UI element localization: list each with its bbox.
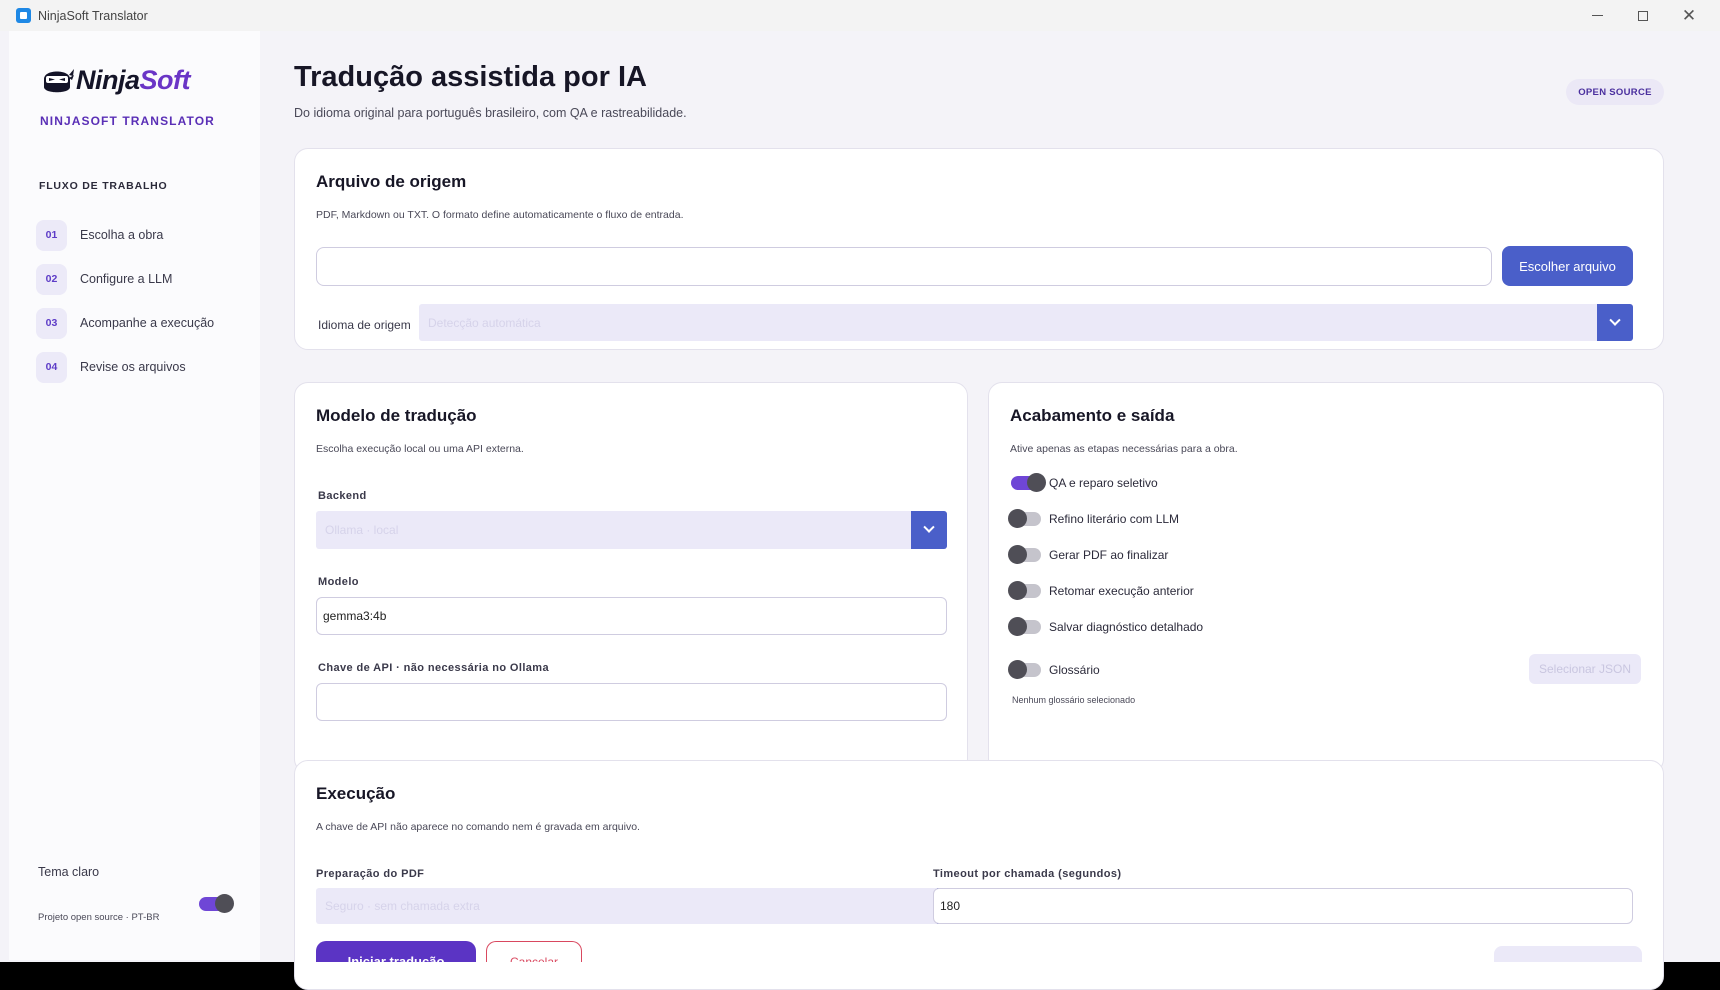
execution-subtitle: A chave de API não aparece no comando ne… (316, 821, 640, 833)
option-label: Glossário (1049, 663, 1100, 677)
step-label: Acompanhe a execução (80, 316, 215, 330)
app-window: NinjaSoft Translator ✕ NinjaSoft NINJASO… (0, 0, 1720, 990)
title-bar: NinjaSoft Translator ✕ (0, 0, 1720, 31)
workflow-step-2[interactable]: 02 Configure a LLM (36, 263, 214, 295)
close-icon: ✕ (1681, 6, 1697, 25)
generate-pdf-toggle[interactable] (1008, 545, 1041, 564)
maximize-button[interactable] (1620, 0, 1666, 31)
source-language-label: Idioma de origem (318, 318, 411, 332)
workflow-step-4[interactable]: 04 Revise os arquivos (36, 351, 214, 383)
option-label: Refino literário com LLM (1049, 512, 1180, 526)
api-key-label: Chave de API · não necessária no Ollama (318, 662, 549, 674)
model-label: Modelo (318, 576, 359, 588)
brand-name: NINJASOFT TRANSLATOR (40, 114, 215, 128)
workflow-step-1[interactable]: 01 Escolha a obra (36, 219, 214, 251)
option-label: QA e reparo seletivo (1049, 476, 1158, 490)
save-diagnostics-toggle[interactable] (1008, 617, 1041, 636)
model-card: Modelo de tradução Escolha execução loca… (294, 382, 968, 773)
open-source-badge: OPEN SOURCE (1566, 79, 1664, 105)
source-language-select[interactable]: Detecção automática (419, 304, 1633, 341)
step-number: 03 (36, 307, 67, 339)
logo-wordmark: NinjaSoft (76, 64, 191, 95)
step-label: Revise os arquivos (80, 360, 186, 374)
execution-title: Execução (316, 784, 396, 803)
footer-note: Projeto open source · PT-BR (38, 912, 160, 923)
maximize-icon (1638, 10, 1648, 21)
select-json-button[interactable]: Selecionar JSON (1529, 654, 1641, 684)
ninja-logo-icon (44, 69, 74, 93)
option-literary-refine[interactable]: Refino literário com LLM (1008, 509, 1180, 528)
option-qa-repair[interactable]: QA e reparo seletivo (1011, 473, 1158, 492)
literary-refine-toggle[interactable] (1008, 509, 1041, 528)
resume-run-toggle[interactable] (1008, 581, 1041, 600)
option-label: Gerar PDF ao finalizar (1049, 548, 1169, 562)
source-file-input[interactable] (316, 247, 1492, 286)
secondary-action-button[interactable] (1494, 946, 1642, 962)
step-number: 04 (36, 351, 67, 383)
minimize-icon (1591, 15, 1603, 16)
output-subtitle: Ative apenas as etapas necessárias para … (1010, 443, 1238, 455)
step-label: Configure a LLM (80, 272, 173, 286)
backend-value: Ollama · local (325, 523, 399, 537)
source-card: Arquivo de origem PDF, Markdown ou TXT. … (294, 148, 1664, 350)
chevron-down-icon (911, 511, 947, 549)
glossary-toggle[interactable] (1008, 660, 1041, 679)
model-subtitle: Escolha execução local ou uma API extern… (316, 443, 524, 455)
source-language-value: Detecção automática (428, 315, 541, 330)
choose-file-button[interactable]: Escolher arquivo (1502, 246, 1633, 286)
step-label: Escolha a obra (80, 228, 164, 242)
option-glossary[interactable]: Glossário (1008, 660, 1100, 679)
minimize-button[interactable] (1574, 0, 1620, 31)
workflow-title: FLUXO DE TRABALHO (39, 180, 168, 192)
pdf-prep-select[interactable]: Seguro · sem chamada extra (316, 888, 973, 924)
timeout-input[interactable]: 180 (933, 888, 1633, 924)
app-icon (16, 8, 31, 23)
source-title: Arquivo de origem (316, 172, 467, 191)
step-number: 02 (36, 263, 67, 295)
step-number: 01 (36, 219, 67, 251)
option-label: Salvar diagnóstico detalhado (1049, 620, 1204, 634)
qa-repair-toggle[interactable] (1011, 473, 1046, 492)
cancel-button[interactable]: Cancelar (486, 941, 582, 962)
start-translation-button[interactable]: Iniciar tradução (316, 941, 476, 962)
pdf-prep-value: Seguro · sem chamada extra (325, 899, 480, 913)
option-label: Retomar execução anterior (1049, 584, 1194, 598)
option-save-diagnostics[interactable]: Salvar diagnóstico detalhado (1008, 617, 1204, 636)
logo: NinjaSoft (40, 63, 191, 97)
output-card: Acabamento e saída Ative apenas as etapa… (988, 382, 1664, 773)
source-subtitle: PDF, Markdown ou TXT. O formato define a… (316, 209, 684, 221)
glossary-note: Nenhum glossário selecionado (1012, 695, 1136, 705)
sidebar: NinjaSoft NINJASOFT TRANSLATOR FLUXO DE … (9, 31, 260, 960)
close-button[interactable]: ✕ (1666, 0, 1712, 31)
backend-label: Backend (318, 490, 367, 502)
main-content: Tradução assistida por IA Do idioma orig… (260, 31, 1720, 990)
workflow-step-3[interactable]: 03 Acompanhe a execução (36, 307, 214, 339)
page-title: Tradução assistida por IA (294, 61, 647, 93)
workflow-steps: 01 Escolha a obra 02 Configure a LLM 03 … (36, 219, 214, 395)
output-title: Acabamento e saída (1010, 406, 1175, 425)
api-key-input[interactable] (316, 683, 947, 721)
page-subtitle: Do idioma original para português brasil… (294, 106, 687, 120)
backend-select[interactable]: Ollama · local (316, 511, 947, 549)
theme-toggle[interactable] (199, 894, 234, 913)
window-title: NinjaSoft Translator (38, 8, 148, 23)
theme-label: Tema claro (38, 865, 100, 879)
option-generate-pdf[interactable]: Gerar PDF ao finalizar (1008, 545, 1169, 564)
chevron-down-icon (1597, 304, 1633, 341)
model-title: Modelo de tradução (316, 406, 477, 425)
timeout-label: Timeout por chamada (segundos) (933, 868, 1122, 880)
pdf-prep-label: Preparação do PDF (316, 868, 425, 880)
toggle-knob (215, 894, 234, 913)
option-resume-run[interactable]: Retomar execução anterior (1008, 581, 1194, 600)
model-input[interactable]: gemma3:4b (316, 597, 947, 635)
